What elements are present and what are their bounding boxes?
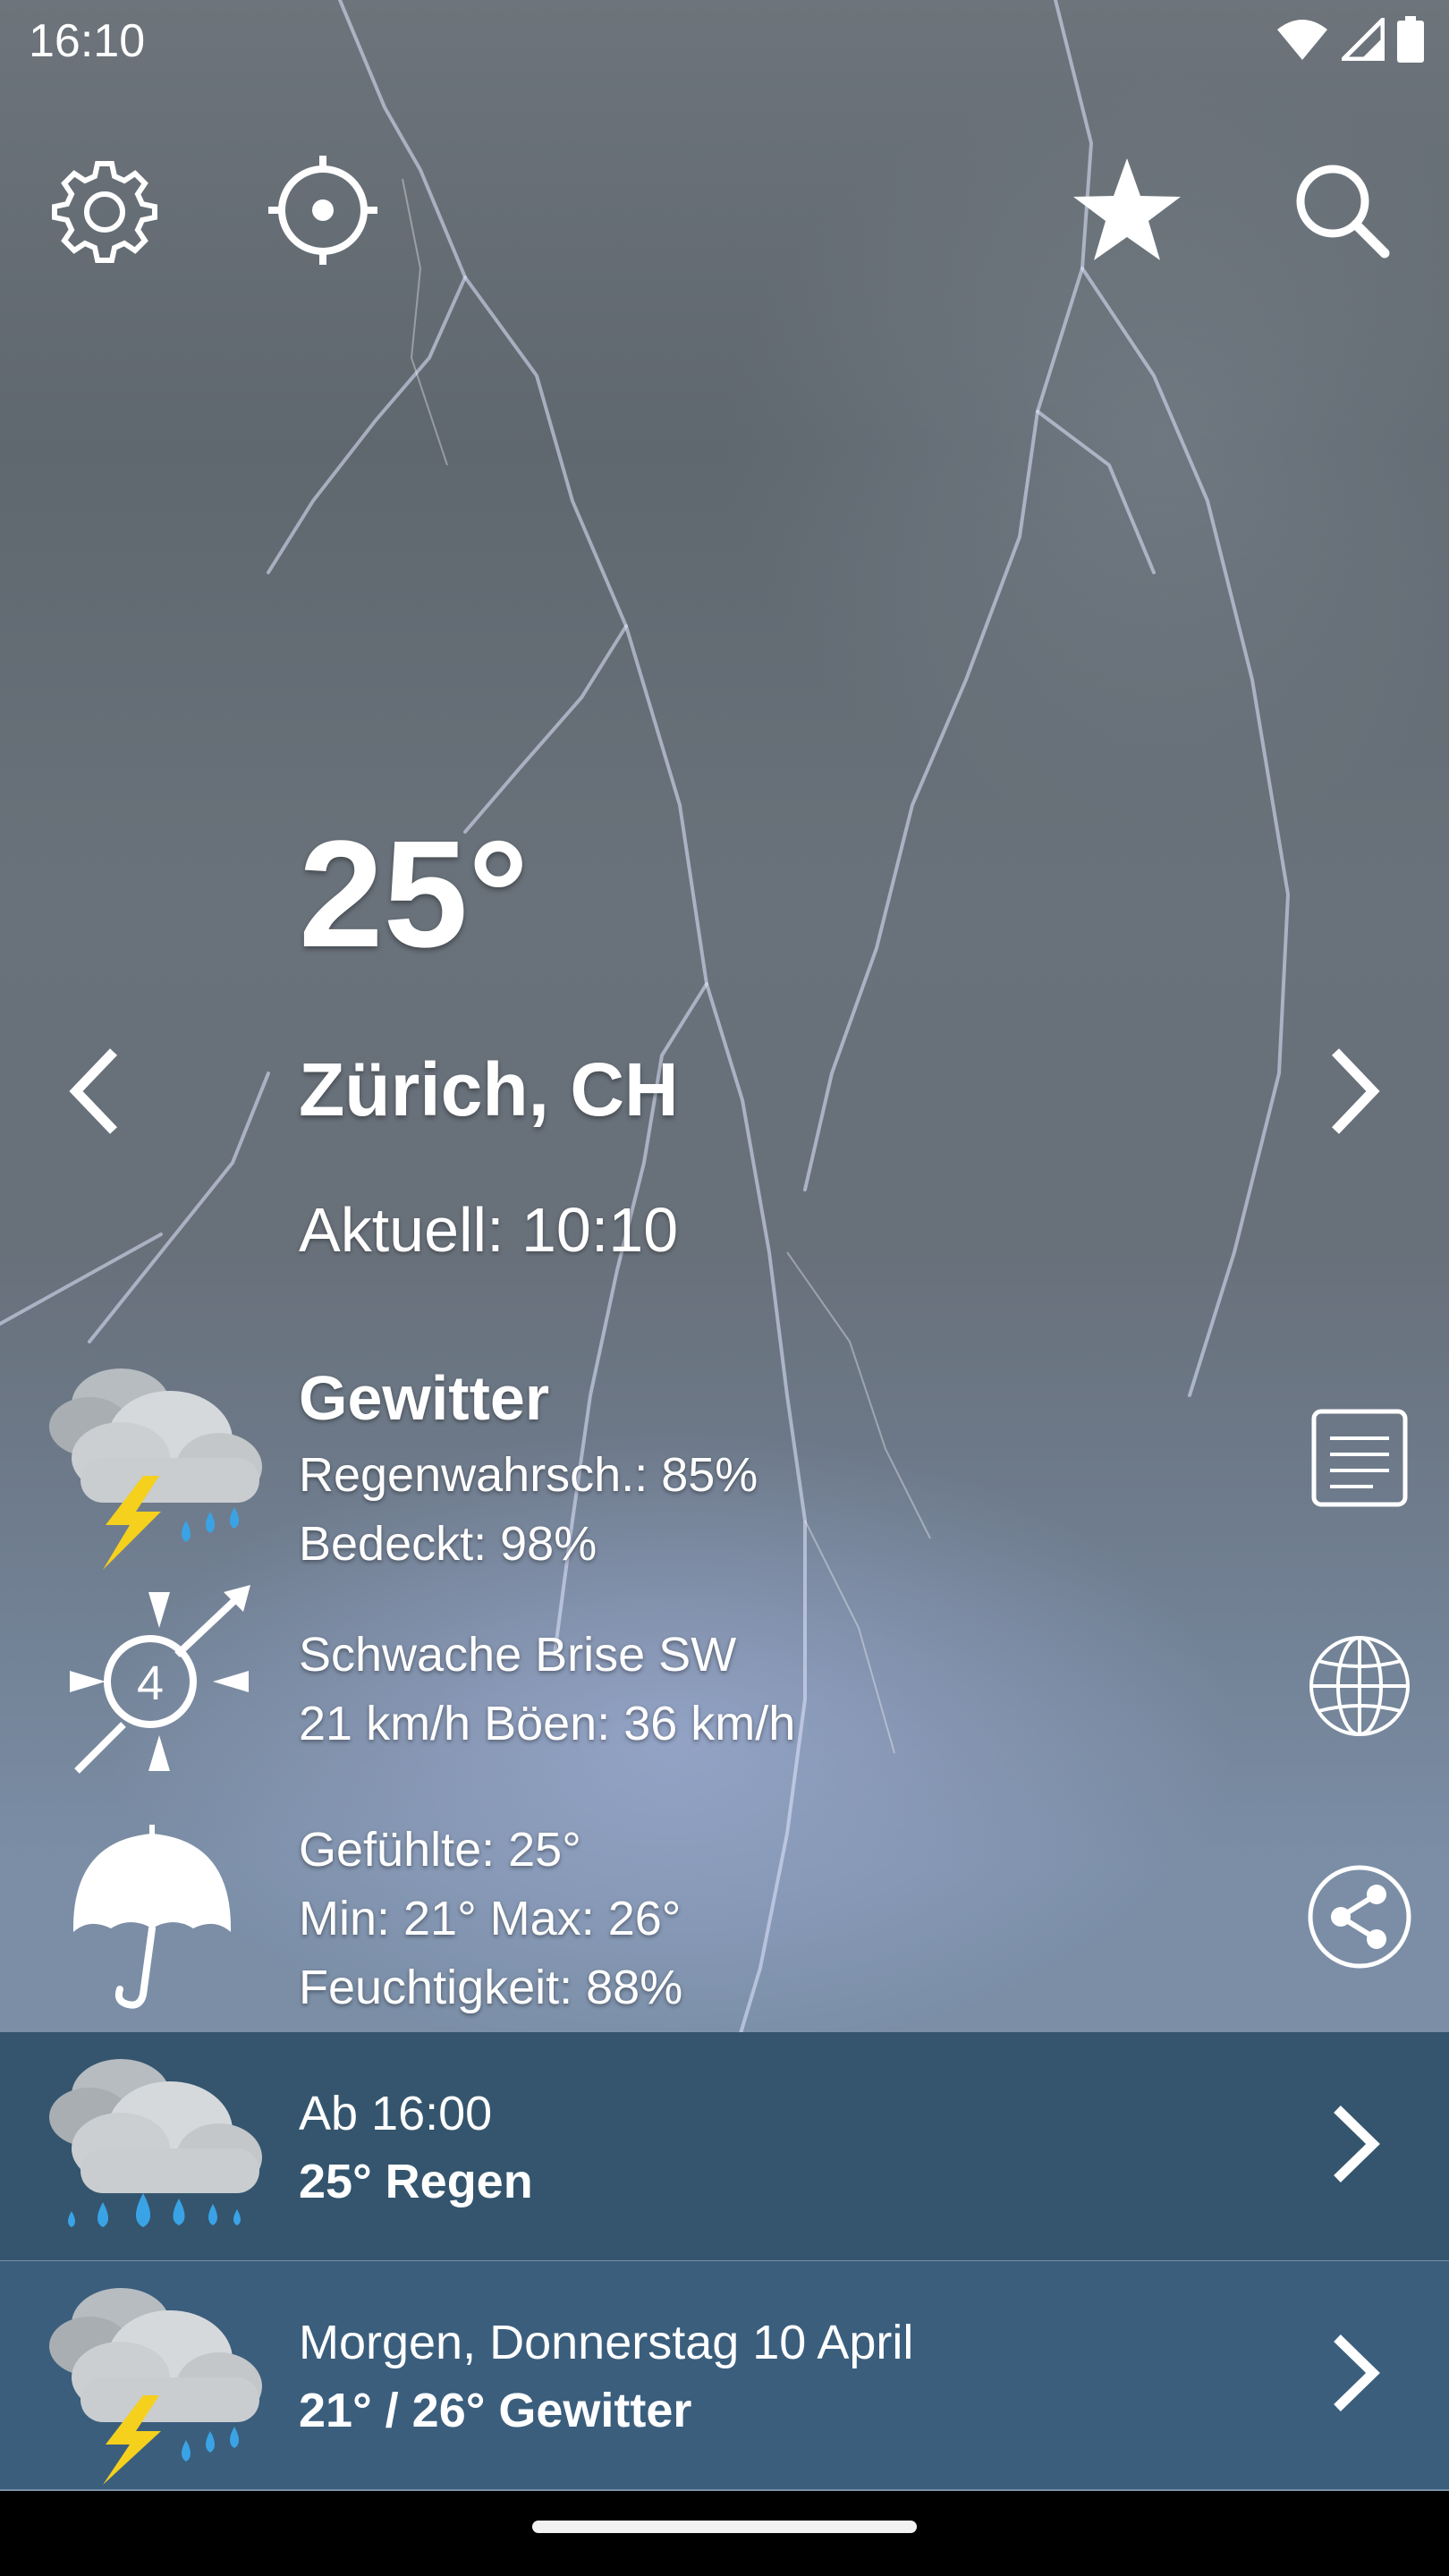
forecast-open-button[interactable] [1315, 2319, 1395, 2427]
wifi-icon [1277, 20, 1327, 60]
share-button[interactable] [1301, 1859, 1418, 1975]
next-location-button[interactable] [1306, 1038, 1404, 1145]
search-icon [1296, 165, 1390, 258]
wind-description: Schwache Brise SW [299, 1628, 737, 1682]
world-map-button[interactable] [1301, 1628, 1418, 1744]
update-time: Aktuell: 10:10 [299, 1195, 679, 1265]
chevron-right-icon [1334, 2334, 1380, 2411]
current-temperature: 25° [299, 809, 530, 979]
status-time: 16:10 [29, 15, 146, 67]
condition-title: Gewitter [299, 1363, 550, 1433]
globe-icon [1309, 1636, 1410, 1736]
forecast-row-later-today[interactable]: Ab 16:00 25° Regen [0, 2032, 1449, 2260]
battery-icon [1397, 16, 1424, 63]
forecast-summary: 25° Regen [299, 2155, 533, 2208]
home-gesture-handle[interactable] [532, 2521, 917, 2533]
rain-probability: Regenwahrsch.: 85% [299, 1448, 758, 1502]
rain-cloud-icon [49, 2059, 262, 2227]
feels-like: Gefühlte: 25° [299, 1823, 581, 1877]
status-icons [1275, 16, 1424, 63]
cloud-cover: Bedeckt: 98% [299, 1517, 597, 1571]
wind-block: Schwache Brise SW 21 km/h Böen: 36 km/h [299, 1621, 795, 1758]
feel-block: Gefühlte: 25° Min: 21° Max: 26° Feuchtig… [299, 1816, 682, 2022]
wind-speed: 21 km/h Böen: 36 km/h [299, 1697, 796, 1750]
wind-compass-icon: 4 [70, 1585, 250, 1774]
thunderstorm-cloud-icon [49, 1368, 262, 1570]
umbrella-icon [72, 1825, 232, 2009]
forecast-row-tomorrow[interactable]: Morgen, Donnerstag 10 April 21° / 26° Ge… [0, 2261, 1449, 2489]
location-target-icon [268, 156, 377, 265]
chevron-right-icon [1334, 2106, 1380, 2182]
share-icon [1308, 1865, 1411, 1969]
forecast-when: Ab 16:00 [299, 2087, 493, 2140]
forecast-summary: 21° / 26° Gewitter [299, 2384, 692, 2437]
gear-icon [52, 161, 157, 263]
chevron-right-icon [1332, 1048, 1380, 1134]
min-max-temperature: Min: 21° Max: 26° [299, 1892, 682, 1945]
system-navigation-bar [0, 2491, 1449, 2576]
star-icon [1073, 158, 1181, 260]
document-icon [1311, 1409, 1408, 1507]
humidity: Feuchtigkeit: 88% [299, 1961, 683, 2014]
favorite-button[interactable] [1069, 152, 1185, 268]
thunderstorm-cloud-icon [49, 2288, 262, 2485]
status-bar: 16:10 [0, 0, 1449, 86]
settings-button[interactable] [47, 152, 163, 268]
forecast-open-button[interactable] [1315, 2090, 1395, 2198]
details-button[interactable] [1301, 1400, 1418, 1516]
cellular-signal-icon [1342, 18, 1385, 61]
search-button[interactable] [1284, 152, 1400, 268]
beaufort-number: 4 [137, 1657, 164, 1710]
previous-location-button[interactable] [45, 1038, 143, 1145]
conditions-block: Gewitter Regenwahrsch.: 85% Bedeckt: 98% [299, 1355, 758, 1579]
forecast-when: Morgen, Donnerstag 10 April [299, 2316, 914, 2369]
location-name[interactable]: Zürich, CH [299, 1046, 679, 1133]
chevron-left-icon [69, 1048, 117, 1134]
locate-me-button[interactable] [265, 152, 381, 268]
